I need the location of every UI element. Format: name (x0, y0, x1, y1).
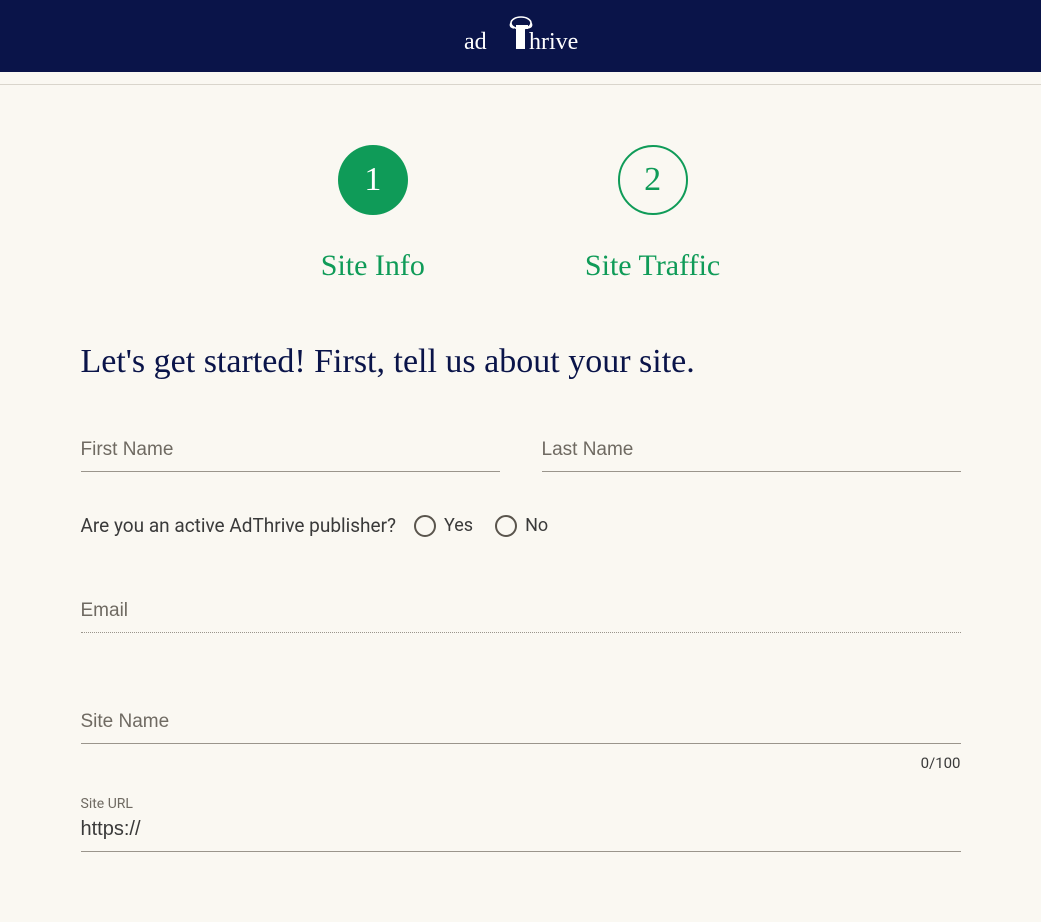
site-name-row (81, 703, 961, 744)
main-content: 1 Site Info 2 Site Traffic Let's get sta… (41, 85, 1001, 922)
adthrive-logo-icon: ad hrive (446, 13, 596, 59)
app-header: ad hrive (0, 0, 1041, 72)
last-name-field (542, 431, 961, 472)
svg-text:hrive: hrive (529, 29, 578, 55)
step-2-number: 2 (644, 161, 661, 199)
step-indicator: 1 Site Info 2 Site Traffic (81, 85, 961, 343)
step-1-label: Site Info (321, 249, 425, 283)
site-url-input[interactable] (81, 816, 961, 852)
step-2-circle: 2 (618, 145, 688, 215)
first-name-input[interactable] (81, 431, 500, 472)
step-2-label: Site Traffic (585, 249, 720, 283)
first-name-field (81, 431, 500, 472)
radio-no-label: No (525, 515, 548, 536)
radio-yes[interactable]: Yes (414, 515, 473, 537)
page-heading: Let's get started! First, tell us about … (81, 343, 961, 381)
site-url-row: Site URL (81, 796, 961, 852)
publisher-question-row: Are you an active AdThrive publisher? Ye… (81, 514, 961, 537)
site-name-counter: 0/100 (81, 754, 961, 772)
brand-logo: ad hrive (446, 13, 596, 59)
step-1: 1 Site Info (321, 145, 425, 283)
last-name-input[interactable] (542, 431, 961, 472)
radio-yes-circle (414, 515, 436, 537)
site-url-label: Site URL (81, 796, 961, 812)
step-2: 2 Site Traffic (585, 145, 720, 283)
email-input[interactable] (81, 592, 961, 633)
radio-no[interactable]: No (495, 515, 548, 537)
publisher-radio-group: Yes No (414, 515, 548, 537)
radio-no-circle (495, 515, 517, 537)
step-1-number: 1 (364, 161, 381, 199)
step-1-circle: 1 (338, 145, 408, 215)
radio-yes-label: Yes (444, 515, 473, 536)
email-row (81, 592, 961, 633)
name-row (81, 431, 961, 472)
svg-text:ad: ad (464, 29, 487, 55)
site-name-input[interactable] (81, 703, 961, 744)
publisher-question-label: Are you an active AdThrive publisher? (81, 514, 397, 537)
